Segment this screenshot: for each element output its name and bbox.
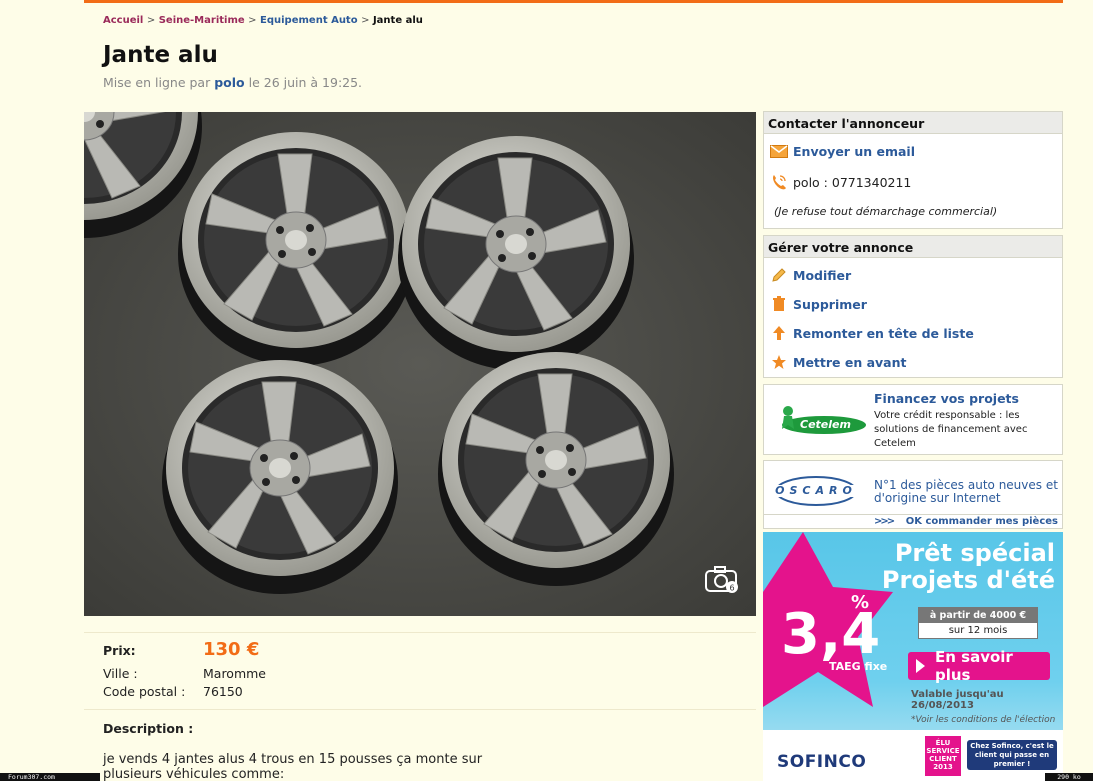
send-email-link[interactable]: Envoyer un email [768, 144, 915, 159]
oscaro-text: N°1 des pièces auto neuves et d'origine … [874, 478, 1058, 505]
sofinco-percent: % [851, 592, 870, 613]
sofinco-footer: SOFINCO ÉLU SERVICE CLIENT 2013 Chez Sof… [763, 730, 1063, 781]
breadcrumb-region[interactable]: Seine-Maritime [159, 15, 245, 26]
sofinco-taeg: TAEG fixe [829, 660, 888, 673]
oscaro-ad[interactable]: OSCARO N°1 des pièces auto neuves et d'o… [763, 460, 1063, 529]
manage-header: Gérer votre annonce [764, 236, 1062, 258]
breadcrumb-current: Jante alu [372, 15, 423, 26]
divider [84, 709, 756, 710]
top-accent-bar [84, 0, 1063, 3]
sofinco-terms-box: à partir de 4000 € sur 12 mois [918, 607, 1038, 639]
breadcrumb-category[interactable]: Equipement Auto [260, 15, 358, 26]
play-arrow-icon [916, 659, 925, 673]
forum-watermark: Forum307.com [0, 773, 100, 781]
manage-box: Gérer votre annonce Modifier Supprimer R… [763, 235, 1063, 378]
contact-header: Contacter l'annonceur [764, 112, 1062, 134]
sofinco-banner[interactable]: Prêt spécial Projets d'été 3,4 % TAEG fi… [763, 532, 1063, 781]
zip-value: 76150 [203, 684, 243, 699]
service-client-badge: ÉLU SERVICE CLIENT 2013 [925, 736, 961, 776]
send-email-label: Envoyer un email [793, 144, 915, 159]
oscaro-logo-text: OSCARO [775, 484, 857, 497]
phone-text: polo : 0771340211 [793, 174, 912, 190]
svg-text:6: 6 [730, 584, 735, 593]
posted-date: le 26 juin à 19:25. [248, 75, 363, 90]
oscaro-logo: OSCARO [770, 471, 862, 511]
sofinco-title-line1: Prêt spécial [894, 539, 1055, 567]
feature-label: Mettre en avant [793, 354, 907, 370]
breadcrumb-separator: > [248, 15, 257, 26]
price-value: 130 € [203, 639, 260, 660]
city-label: Ville : [103, 666, 138, 681]
file-size-label: 290 ko [1045, 773, 1093, 781]
cetelem-ad[interactable]: Cetelem Financez vos projets Votre crédi… [763, 384, 1063, 455]
sofinco-title-line2: Projets d'été [881, 566, 1055, 594]
delete-link[interactable]: Supprimer [768, 296, 867, 312]
wheels-photo-image [84, 112, 756, 616]
phone-icon [768, 173, 790, 191]
sofinco-cta-button[interactable]: En savoir plus [908, 648, 1050, 684]
cetelem-text: Votre crédit responsable : les solutions… [874, 410, 1028, 449]
bump-link[interactable]: Remonter en tête de liste [768, 325, 974, 341]
star-icon [768, 354, 790, 370]
envelope-icon [768, 145, 790, 158]
breadcrumb-separator: > [146, 15, 156, 26]
ad-details: Prix: 130 € Ville : Maromme Code postal … [84, 632, 756, 699]
bump-label: Remonter en tête de liste [793, 325, 974, 341]
posted-info: Mise en ligne par polo le 26 juin à 19:2… [103, 75, 362, 90]
sofinco-slogan: Chez Sofinco, c'est le client qui passe … [967, 740, 1057, 770]
city-value: Maromme [203, 666, 267, 681]
sofinco-logo: SOFINCO [777, 752, 867, 772]
phone-row: polo : 0771340211 [768, 173, 911, 191]
description-label: Description : [103, 721, 194, 736]
author-link[interactable]: polo [214, 75, 244, 90]
page-title: Jante alu [103, 42, 218, 68]
sofinco-duration: sur 12 mois [948, 625, 1008, 636]
cetelem-title[interactable]: Financez vos projets [874, 391, 1019, 406]
cetelem-logo: Cetelem [772, 403, 868, 443]
price-label: Prix: [103, 643, 136, 658]
no-solicitation-note: (Je refuse tout démarchage commercial) [774, 205, 998, 218]
oscaro-link-bar[interactable]: >>> OK commander mes pièces [764, 514, 1062, 528]
sofinco-cta-label: En savoir plus [935, 648, 1013, 684]
oscaro-arrows: >>> [874, 516, 895, 527]
contact-box: Contacter l'annonceur Envoyer un email p… [763, 111, 1063, 229]
ad-photo[interactable]: 6 [84, 112, 756, 616]
camera-icon[interactable]: 6 [704, 564, 740, 598]
edit-link[interactable]: Modifier [768, 267, 851, 283]
sofinco-valid-until: Valable jusqu'au 26/08/2013 [911, 689, 1004, 711]
pencil-icon [768, 267, 790, 283]
description-text: je vends 4 jantes alus 4 trous en 15 pou… [103, 752, 483, 781]
oscaro-link[interactable]: OK commander mes pièces [906, 516, 1058, 527]
sofinco-title: Prêt spécial Projets d'été [882, 540, 1055, 594]
cetelem-logo-text: Cetelem [800, 418, 851, 431]
breadcrumb-separator: > [361, 15, 370, 26]
posted-prefix: Mise en ligne par [103, 75, 211, 90]
trash-icon [768, 296, 790, 312]
delete-label: Supprimer [793, 296, 867, 312]
sofinco-from: à partir de 4000 € [919, 608, 1037, 623]
feature-link[interactable]: Mettre en avant [768, 354, 906, 370]
zip-label: Code postal : [103, 684, 186, 699]
edit-label: Modifier [793, 267, 852, 283]
breadcrumb-home[interactable]: Accueil [103, 15, 143, 26]
arrow-up-icon [768, 325, 790, 341]
breadcrumb: Accueil > Seine-Maritime > Equipement Au… [103, 15, 423, 26]
sofinco-conditions: *Voir les conditions de l'élection [911, 715, 1056, 725]
